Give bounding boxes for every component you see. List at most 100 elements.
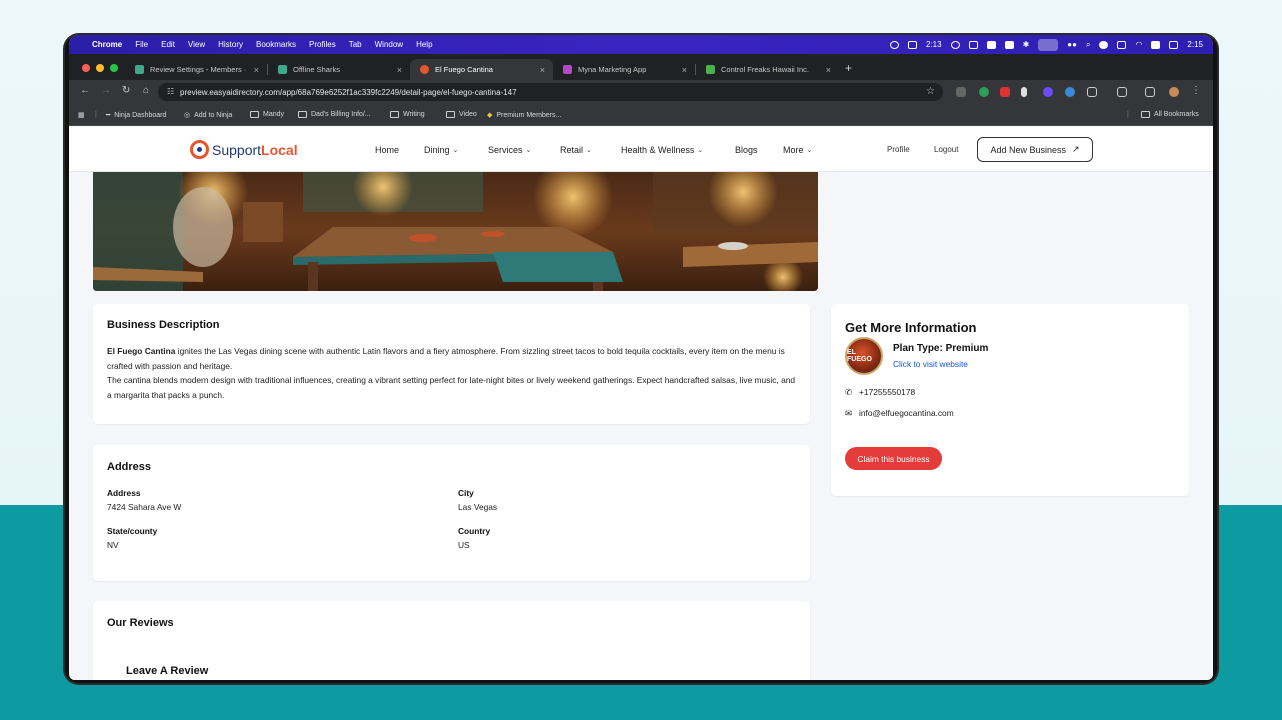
- bluetooth-icon[interactable]: ✱: [1023, 40, 1030, 49]
- profile-link[interactable]: Profile: [887, 145, 910, 154]
- extension-icon-4[interactable]: [1043, 87, 1053, 97]
- add-new-business-button[interactable]: Add New Business ↗: [977, 137, 1093, 162]
- phone-row[interactable]: ✆ +17255550178: [845, 387, 915, 397]
- tab-myna-marketing[interactable]: Myna Marketing App ×: [553, 59, 695, 80]
- nav-home[interactable]: Home: [375, 145, 399, 155]
- bookmark-star-icon[interactable]: ☆: [926, 86, 935, 97]
- all-bookmarks[interactable]: All Bookmarks: [1141, 111, 1199, 118]
- shield-icon[interactable]: [1117, 40, 1127, 49]
- screen-mirror-icon[interactable]: [1038, 38, 1059, 51]
- wifi-icon[interactable]: ◠: [1135, 40, 1142, 49]
- close-tab-icon[interactable]: ×: [254, 65, 259, 75]
- extension-icon-1[interactable]: [956, 87, 966, 97]
- search-icon[interactable]: ⌕: [1086, 40, 1090, 50]
- folder-icon: [446, 111, 455, 118]
- menu-window[interactable]: Window: [375, 40, 403, 49]
- extension-icon-5[interactable]: [1065, 87, 1075, 97]
- email-row[interactable]: ✉ info@elfuegocantina.com: [845, 408, 954, 418]
- bookmarks-bar: ▦ | ━ Ninja Dashboard ◎ Add to Ninja Mandy…: [69, 104, 1213, 126]
- maximize-window-button[interactable]: [110, 64, 118, 72]
- claim-business-button[interactable]: Claim this business: [845, 447, 942, 470]
- pen-extension-icon[interactable]: [1021, 87, 1027, 97]
- nav-services[interactable]: Services ⌄: [488, 145, 531, 155]
- nav-blogs[interactable]: Blogs: [735, 145, 758, 155]
- bookmark-divider: |: [1127, 111, 1129, 118]
- side-panel-icon[interactable]: [1117, 87, 1127, 97]
- url-text[interactable]: preview.easyaidirectory.com/app/68a769e6…: [180, 88, 517, 97]
- bookmark-label: Dad's Billing Info/...: [311, 111, 371, 118]
- nav-label: Services: [488, 145, 523, 155]
- bookmark-premium-members[interactable]: ◆ Premium Members...: [487, 111, 561, 120]
- nav-label: Blogs: [735, 145, 758, 155]
- close-tab-icon[interactable]: ×: [826, 65, 831, 75]
- new-tab-button[interactable]: +: [845, 61, 852, 75]
- close-tab-icon[interactable]: ×: [682, 65, 687, 75]
- description-paragraph-2: The cantina blends modern design with tr…: [107, 375, 796, 400]
- status-icon-4[interactable]: [1099, 40, 1109, 49]
- menu-bookmarks[interactable]: Bookmarks: [256, 40, 296, 49]
- chrome-toolbar: ← → ↻ ⌂ ☷ preview.easyaidirectory.com/ap…: [69, 80, 1213, 104]
- bookmark-mandy[interactable]: Mandy: [250, 111, 284, 118]
- reload-icon[interactable]: ↻: [122, 85, 130, 96]
- menu-view[interactable]: View: [188, 40, 205, 49]
- nav-dining[interactable]: Dining ⌄: [424, 145, 458, 155]
- clock[interactable]: 2:15: [1187, 40, 1203, 49]
- menu-file[interactable]: File: [135, 40, 148, 49]
- status-icon-1[interactable]: [890, 40, 899, 49]
- apps-grid-icon[interactable]: ▦: [78, 111, 85, 119]
- tab-review-settings[interactable]: Review Settings - Members · ×: [125, 59, 267, 80]
- tab-control-freaks[interactable]: Control Freaks Hawaii Inc. ×: [696, 59, 839, 80]
- close-tab-icon[interactable]: ×: [397, 65, 402, 75]
- nav-health-wellness[interactable]: Health & Wellness ⌄: [621, 145, 703, 155]
- bookmark-ninja-dashboard[interactable]: ━ Ninja Dashboard: [106, 111, 166, 120]
- chrome-menu-icon[interactable]: ⋮: [1191, 85, 1201, 96]
- menu-history[interactable]: History: [218, 40, 243, 49]
- tab-el-fuego-cantina[interactable]: El Fuego Cantina ×: [410, 59, 553, 80]
- chevron-down-icon: ⌄: [806, 147, 813, 154]
- nav-more[interactable]: More ⌄: [783, 145, 812, 155]
- home-icon[interactable]: ⌂: [143, 85, 149, 96]
- logout-link[interactable]: Logout: [934, 145, 958, 154]
- back-icon[interactable]: ←: [80, 85, 90, 96]
- visit-website-link[interactable]: Click to visit website: [893, 359, 968, 369]
- nav-retail[interactable]: Retail ⌄: [560, 145, 592, 155]
- address-bar[interactable]: ☷ preview.easyaidirectory.com/app/68a769…: [158, 83, 943, 101]
- logo-text-local: Local: [261, 141, 298, 158]
- extensions-puzzle-icon[interactable]: [1087, 87, 1097, 97]
- extension-icon-3[interactable]: [1000, 87, 1010, 97]
- bookmark-video[interactable]: Video: [446, 111, 477, 118]
- minimize-window-button[interactable]: [96, 64, 104, 72]
- control-center-icon[interactable]: [1169, 40, 1179, 49]
- screen-record-icon[interactable]: [908, 40, 917, 49]
- close-window-button[interactable]: [82, 64, 90, 72]
- bookmark-add-to-ninja[interactable]: ◎ Add to Ninja: [184, 111, 232, 120]
- profile-avatar[interactable]: [1169, 87, 1179, 97]
- extension-icon-2[interactable]: [979, 87, 989, 97]
- supportlocal-logo[interactable]: Support Local: [190, 140, 298, 159]
- reading-list-icon[interactable]: [1145, 87, 1155, 97]
- record-icon[interactable]: [950, 40, 960, 49]
- menu-profiles[interactable]: Profiles: [309, 40, 336, 49]
- menu-app-name[interactable]: Chrome: [92, 40, 122, 49]
- tab-offline-sharks[interactable]: Offline Sharks ×: [268, 59, 410, 80]
- battery-icon[interactable]: [1151, 40, 1161, 49]
- status-timer[interactable]: 2:13: [926, 40, 942, 49]
- menu-edit[interactable]: Edit: [161, 40, 175, 49]
- tab-label: Control Freaks Hawaii Inc.: [721, 65, 809, 74]
- site-info-icon[interactable]: ☷: [167, 87, 174, 96]
- status-icon-2[interactable]: [968, 40, 978, 49]
- bookmark-writing[interactable]: Writing: [390, 111, 425, 118]
- close-tab-icon[interactable]: ×: [540, 65, 545, 75]
- city-label: City: [458, 488, 474, 498]
- add-business-label: Add New Business: [990, 144, 1066, 155]
- dots-icon[interactable]: ●●: [1067, 40, 1077, 49]
- bookmark-dads-billing[interactable]: Dad's Billing Info/...: [298, 111, 371, 118]
- dropbox-icon[interactable]: [1004, 40, 1014, 49]
- address-value: 7424 Sahara Ave W: [107, 502, 182, 512]
- menu-help[interactable]: Help: [416, 40, 432, 49]
- description-paragraph-1: ignites the Las Vegas dining scene with …: [107, 346, 785, 371]
- menu-tab[interactable]: Tab: [349, 40, 362, 49]
- status-icon-3[interactable]: [986, 40, 996, 49]
- plan-type: Plan Type: Premium: [893, 343, 989, 354]
- forward-icon[interactable]: →: [101, 85, 111, 96]
